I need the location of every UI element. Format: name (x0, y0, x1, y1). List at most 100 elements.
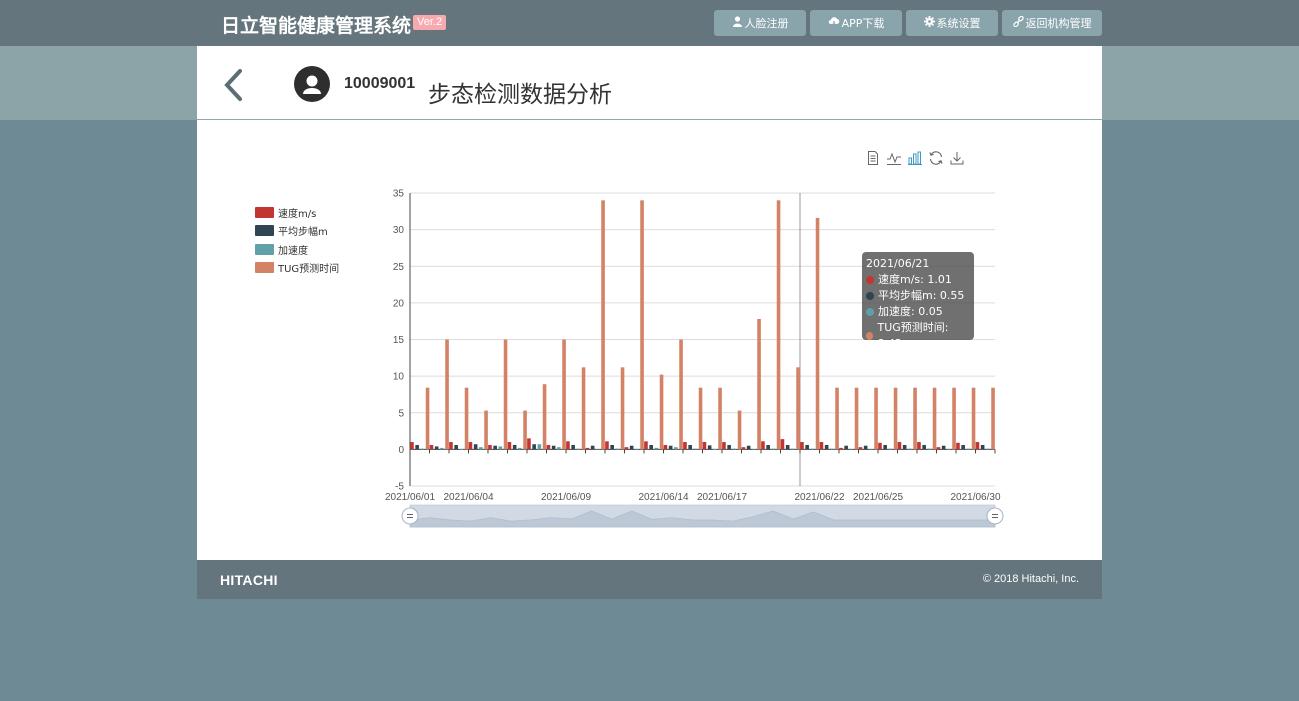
bar (663, 444, 668, 450)
y-tick-label: 30 (393, 225, 405, 236)
bar (576, 448, 581, 450)
bar (815, 217, 820, 450)
bar (771, 448, 776, 450)
bar (674, 447, 678, 450)
bar (952, 387, 956, 450)
bar (966, 448, 971, 450)
tooltip-row: 平均步幅m: 0.55 (866, 288, 970, 304)
bar (440, 447, 444, 450)
bar (429, 444, 434, 450)
footer: HITACHI © 2018 Hitachi, Inc. (197, 560, 1102, 599)
bar (693, 448, 698, 450)
bar (849, 449, 854, 450)
bar (454, 444, 458, 450)
tooltip-row: 速度m/s: 1.01 (866, 272, 970, 288)
system-settings-label: 系统设置 (936, 17, 981, 30)
bar (874, 387, 878, 450)
y-tick-label: 10 (393, 372, 405, 383)
bar (752, 449, 756, 450)
bar (971, 387, 976, 450)
link-icon (1012, 15, 1024, 30)
bar (488, 444, 492, 450)
bar (888, 448, 893, 450)
bar (757, 318, 761, 450)
bar (464, 387, 469, 450)
bar (761, 441, 765, 450)
tooltip-row: 加速度: 0.05 (866, 304, 970, 320)
datazoom-handle[interactable] (401, 507, 419, 525)
bar (727, 444, 731, 450)
bar (479, 447, 483, 450)
bar (732, 448, 737, 450)
tooltip-dot (866, 292, 874, 300)
bar (844, 445, 848, 450)
face-register-label: 人脸注册 (744, 17, 789, 30)
x-tick-label: 2021/06/30 (950, 492, 1000, 503)
bar (897, 442, 902, 450)
bar (434, 446, 439, 450)
bar (737, 410, 742, 450)
copyright: © 2018 Hitachi, Inc. (982, 573, 1079, 585)
bar (776, 200, 781, 450)
bar (839, 447, 843, 450)
bar (698, 387, 703, 450)
tooltip-date: 2021/06/21 (866, 257, 930, 270)
bar (913, 387, 917, 450)
face-register-button[interactable]: 人脸注册 (714, 10, 806, 36)
bar (566, 441, 570, 450)
bar (975, 442, 980, 450)
bar (956, 442, 960, 450)
bar (800, 442, 804, 450)
system-settings-button[interactable]: 系统设置 (906, 10, 998, 36)
bar (445, 339, 449, 450)
bar (713, 449, 717, 450)
tooltip-row-label: 平均步幅m: 0.55 (878, 289, 965, 302)
return-org-management-label: 返回机构管理 (1025, 17, 1092, 30)
bar (610, 444, 614, 450)
bar (551, 445, 556, 450)
bar (620, 367, 625, 450)
tooltip-row-label: TUG预测时间: 8.42 (877, 321, 949, 350)
tooltip-dot (866, 332, 874, 340)
version-badge: Ver.2 (413, 15, 447, 30)
bar (615, 448, 620, 450)
bar (601, 200, 605, 450)
datazoom-handle[interactable] (986, 507, 1004, 525)
bar (585, 447, 590, 450)
user-icon (732, 16, 743, 30)
bar (654, 447, 659, 450)
app-title: 日立智能健康管理系统 (221, 15, 412, 37)
bar (493, 445, 497, 450)
bar (893, 387, 898, 450)
bar (624, 447, 629, 450)
bar (702, 441, 707, 450)
bar (659, 374, 664, 450)
bar (707, 445, 712, 450)
bar (986, 448, 990, 450)
bar (883, 444, 887, 450)
bar (562, 339, 566, 450)
bar (908, 448, 912, 450)
bar (922, 444, 926, 450)
bar (668, 445, 673, 450)
bar (507, 442, 512, 450)
bar (415, 444, 419, 450)
tooltip-row-label: 速度m/s: 1.01 (878, 273, 952, 286)
bar (688, 444, 692, 450)
bar (722, 442, 726, 450)
return-org-management-button[interactable]: 返回机构管理 (1002, 10, 1102, 36)
y-tick-label: 25 (393, 262, 405, 273)
bar (947, 449, 951, 450)
gear-icon (923, 16, 935, 30)
app-download-button[interactable]: APP下载 (810, 10, 902, 36)
bar (459, 449, 464, 450)
bar (780, 439, 785, 450)
bar (590, 445, 595, 450)
bar (766, 444, 770, 450)
bar (796, 367, 800, 450)
tooltip-row-label: 加速度: 0.05 (878, 305, 943, 318)
bar (420, 448, 425, 450)
bar (869, 449, 873, 450)
bar (878, 442, 882, 450)
bar (785, 444, 790, 450)
